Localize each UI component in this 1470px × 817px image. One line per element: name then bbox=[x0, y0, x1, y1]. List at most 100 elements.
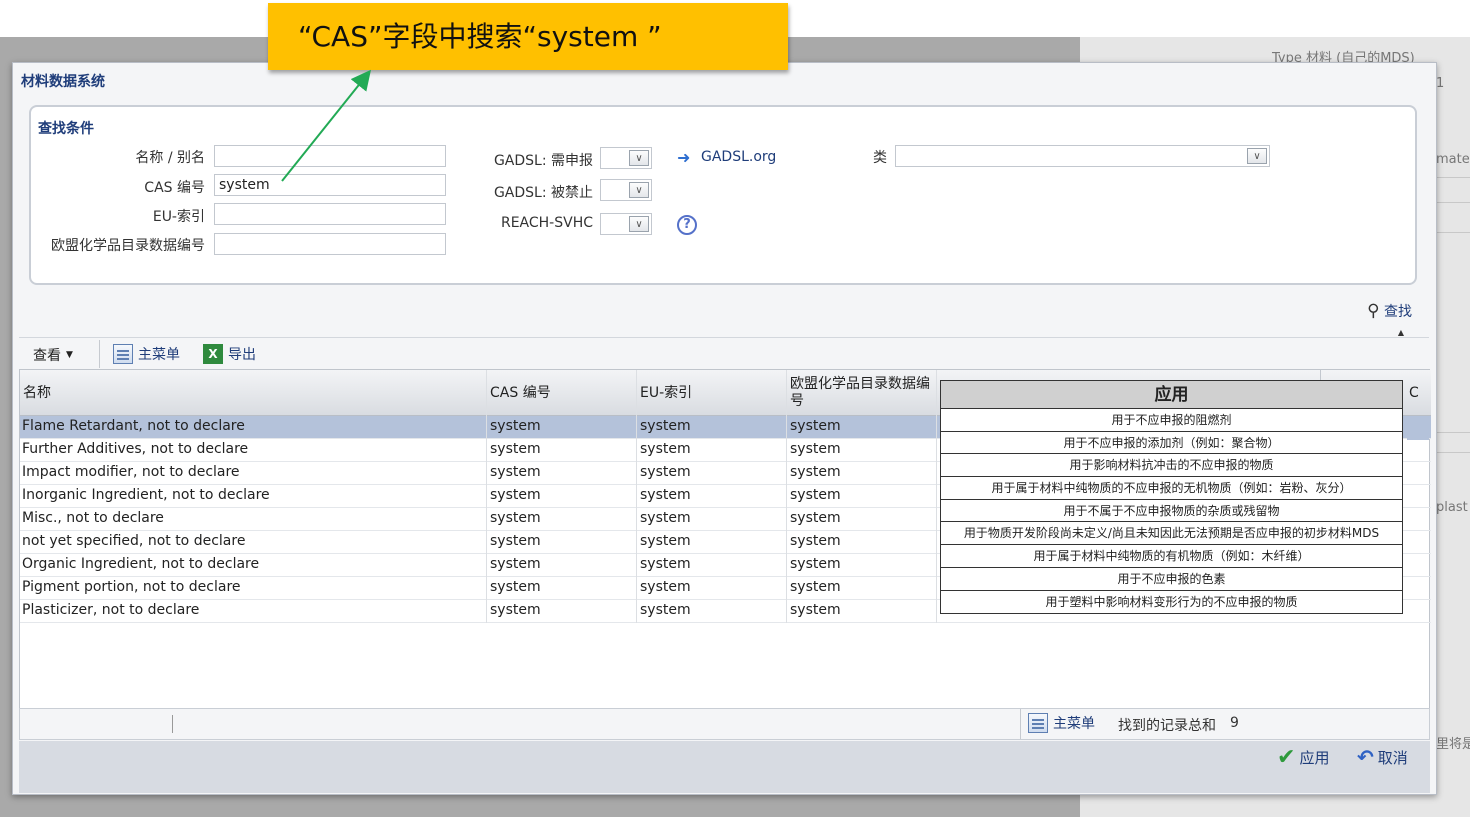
cancel-button[interactable]: ↶ 取消 bbox=[1357, 745, 1408, 769]
eu-index-label: EU-索引 bbox=[152, 209, 205, 225]
column-header-eu[interactable]: EU-索引 bbox=[637, 370, 787, 416]
cell-cas: system bbox=[490, 579, 541, 595]
column-header-ec[interactable]: 欧盟化学品目录数据编号 bbox=[787, 370, 937, 416]
ec-number-input[interactable] bbox=[214, 233, 446, 255]
eu-index-input[interactable] bbox=[214, 203, 446, 225]
column-header-cas[interactable]: CAS 编号 bbox=[487, 370, 637, 416]
cell-ec: system bbox=[790, 556, 841, 572]
class-label: 类 bbox=[873, 150, 887, 166]
status-main-menu-button[interactable]: 主菜单 bbox=[1028, 713, 1095, 733]
application-row: 用于属于材料中纯物质的不应申报的无机物质（例如：岩粉、灰分） bbox=[941, 477, 1402, 500]
cell-cas: system bbox=[490, 602, 541, 618]
apply-button[interactable]: ✔ 应用 bbox=[1277, 745, 1329, 770]
table-toolbar: 查看 ▼ 主菜单 X 导出 bbox=[19, 337, 1429, 371]
records-total-count: 9 bbox=[1230, 715, 1239, 731]
cell-ec: system bbox=[790, 579, 841, 595]
application-row: 用于影响材料抗冲击的不应申报的物质 bbox=[941, 454, 1402, 478]
help-icon[interactable]: ? bbox=[677, 215, 697, 235]
cell-ec: system bbox=[790, 533, 841, 549]
criteria-title: 查找条件 bbox=[38, 121, 94, 137]
column-divider bbox=[936, 370, 937, 623]
application-row: 用于不应申报的添加剂（例如：聚合物） bbox=[941, 432, 1402, 455]
column-header-name[interactable]: 名称 bbox=[20, 370, 487, 416]
export-label: 导出 bbox=[228, 347, 256, 363]
arrow-right-icon: ➜ bbox=[677, 148, 691, 167]
cell-ec: system bbox=[790, 464, 841, 480]
cell-eu: system bbox=[640, 464, 691, 480]
search-button[interactable]: ⚲ 查找 bbox=[1367, 301, 1412, 321]
reach-svhc-label: REACH-SVHC bbox=[500, 215, 593, 231]
cell-cas: system bbox=[490, 487, 541, 503]
gadsl-prohibited-label: GADSL: 被禁止 bbox=[493, 185, 593, 201]
caret-down-icon: ▼ bbox=[66, 350, 73, 360]
cell-cas: system bbox=[490, 464, 541, 480]
background-text: 1 bbox=[1436, 76, 1445, 91]
background-text: 里将是 bbox=[1436, 737, 1470, 752]
chevron-down-icon: ∨ bbox=[629, 182, 649, 198]
table-scrollbar-thumb[interactable] bbox=[1407, 418, 1429, 440]
cas-number-input[interactable] bbox=[214, 174, 446, 196]
cell-eu: system bbox=[640, 510, 691, 526]
name-alias-label: 名称 / 别名 bbox=[135, 150, 205, 166]
cell-cas: system bbox=[490, 556, 541, 572]
application-overlay-table: 应用 用于不应申报的阻燃剂 用于不应申报的添加剂（例如：聚合物） 用于影响材料抗… bbox=[940, 380, 1403, 615]
background-divider bbox=[1435, 432, 1470, 433]
records-total-label: 找到的记录总和 bbox=[1118, 718, 1216, 734]
dialog-footer: ✔ 应用 ↶ 取消 bbox=[19, 741, 1430, 793]
column-divider bbox=[636, 370, 637, 623]
cell-cas: system bbox=[490, 510, 541, 526]
gadsl-org-link[interactable]: GADSL.org bbox=[701, 149, 776, 165]
background-divider bbox=[1435, 452, 1470, 453]
cell-name: Misc., not to declare bbox=[22, 510, 164, 526]
toolbar-separator bbox=[99, 340, 100, 368]
excel-icon: X bbox=[203, 344, 223, 364]
background-divider bbox=[1435, 177, 1470, 178]
view-menu[interactable]: 查看 ▼ bbox=[33, 345, 73, 365]
cell-ec: system bbox=[790, 602, 841, 618]
chevron-down-icon: ∨ bbox=[1247, 148, 1267, 164]
cell-eu: system bbox=[640, 533, 691, 549]
main-menu-button[interactable]: 主菜单 bbox=[113, 344, 180, 364]
background-text: plast bbox=[1436, 500, 1468, 515]
column-header-c[interactable]: C bbox=[1406, 370, 1430, 416]
cell-cas: system bbox=[490, 533, 541, 549]
cell-name: Organic Ingredient, not to declare bbox=[22, 556, 260, 572]
gadsl-declare-select[interactable]: ∨ bbox=[600, 147, 652, 169]
dialog-title: 材料数据系统 bbox=[21, 74, 105, 90]
application-title: 应用 bbox=[941, 381, 1402, 409]
cas-number-label: CAS 编号 bbox=[144, 180, 205, 196]
cell-name: Flame Retardant, not to declare bbox=[22, 418, 245, 434]
cell-ec: system bbox=[790, 487, 841, 503]
chevron-down-icon: ∨ bbox=[629, 216, 649, 232]
cell-name: Impact modifier, not to declare bbox=[22, 464, 240, 480]
application-row: 用于不属于不应申报物质的杂质或残留物 bbox=[941, 500, 1402, 523]
gadsl-prohibited-select[interactable]: ∨ bbox=[600, 179, 652, 201]
name-alias-input[interactable] bbox=[214, 145, 446, 167]
cell-name: Inorganic Ingredient, not to declare bbox=[22, 487, 270, 503]
magnifier-icon: ⚲ bbox=[1367, 301, 1380, 321]
export-button[interactable]: X 导出 bbox=[203, 344, 256, 364]
cell-cas: system bbox=[490, 441, 541, 457]
background-divider bbox=[1435, 232, 1470, 233]
cell-eu: system bbox=[640, 487, 691, 503]
column-divider bbox=[486, 370, 487, 623]
class-select[interactable]: ∨ bbox=[895, 145, 1270, 167]
apply-button-label: 应用 bbox=[1299, 749, 1330, 767]
view-menu-label: 查看 bbox=[33, 348, 61, 364]
application-row: 用于不应申报的色素 bbox=[941, 568, 1402, 591]
document-icon bbox=[1028, 713, 1048, 733]
document-icon bbox=[113, 344, 133, 364]
cell-ec: system bbox=[790, 510, 841, 526]
background-divider bbox=[1435, 202, 1470, 203]
cell-name: not yet specified, not to declare bbox=[22, 533, 246, 549]
column-divider bbox=[786, 370, 787, 623]
status-bar: 主菜单 找到的记录总和 9 bbox=[19, 708, 1430, 740]
reach-svhc-select[interactable]: ∨ bbox=[600, 213, 652, 235]
ec-number-label: 欧盟化学品目录数据编号 bbox=[51, 238, 205, 254]
status-main-menu-label: 主菜单 bbox=[1053, 716, 1095, 732]
status-separator bbox=[1020, 709, 1021, 739]
application-row: 用于属于材料中纯物质的有机物质（例如：木纤维） bbox=[941, 545, 1402, 568]
cell-name: Pigment portion, not to declare bbox=[22, 579, 241, 595]
checkmark-icon: ✔ bbox=[1277, 745, 1296, 770]
application-row: 用于不应申报的阻燃剂 bbox=[941, 409, 1402, 432]
